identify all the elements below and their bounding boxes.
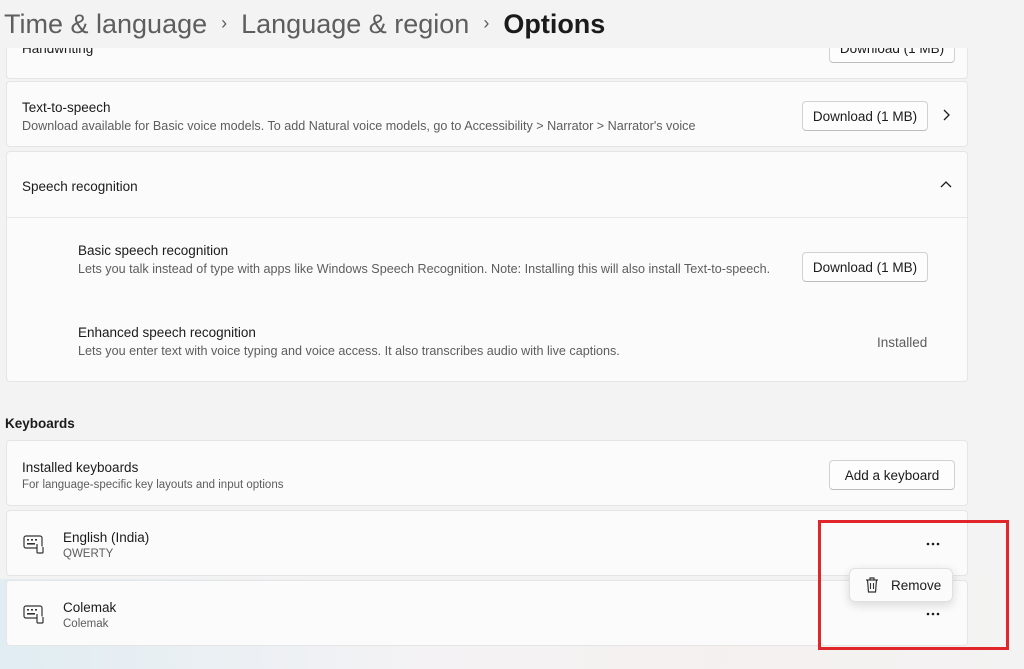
basic-speech-title: Basic speech recognition [78,243,229,258]
breadcrumb-language-region[interactable]: Language & region [241,10,469,38]
text-to-speech-download-button[interactable]: Download (1 MB) [802,101,928,131]
basic-speech-description: Lets you talk instead of type with apps … [78,262,771,276]
keyboard-icon [23,534,47,556]
keyboard-layout: QWERTY [63,548,114,560]
basic-speech-download-button[interactable]: Download (1 MB) [802,252,928,282]
enhanced-speech-description: Lets you enter text with voice typing an… [78,344,620,358]
chevron-right-icon[interactable] [936,105,956,125]
installed-keyboards-description: For language-specific key layouts and in… [22,479,284,491]
speech-recognition-card: Speech recognition Basic speech recognit… [6,151,968,382]
context-menu: Remove [849,568,953,602]
remove-menu-item[interactable]: Remove [850,569,952,601]
breadcrumb-time-language[interactable]: Time & language [4,10,207,38]
enhanced-speech-status: Installed [877,335,928,350]
chevron-up-icon[interactable] [936,175,956,195]
enhanced-speech-title: Enhanced speech recognition [78,325,256,340]
breadcrumb-separator-2: › [483,13,490,33]
remove-label: Remove [891,578,942,593]
text-to-speech-title: Text-to-speech [22,100,111,115]
installed-keyboards-card: Installed keyboards For language-specifi… [6,440,968,506]
keyboard-layout: Colemak [63,618,109,630]
page-title: Options [503,8,606,39]
trash-icon [864,576,880,594]
keyboard-name: English (India) [63,530,150,545]
more-icon[interactable] [921,606,945,622]
speech-recognition-title: Speech recognition [22,179,138,194]
keyboard-icon [23,604,47,626]
keyboard-name: Colemak [63,600,117,615]
breadcrumb: Time & language › Language & region › Op… [0,0,1024,48]
keyboard-item-colemak[interactable]: Colemak Colemak [6,580,968,646]
add-keyboard-button[interactable]: Add a keyboard [829,460,955,490]
more-icon[interactable] [921,536,945,552]
keyboards-section-label: Keyboards [5,416,75,431]
installed-keyboards-title: Installed keyboards [22,460,139,475]
text-to-speech-description: Download available for Basic voice model… [22,119,696,133]
keyboard-item-english-india[interactable]: English (India) QWERTY [6,510,968,576]
speech-recognition-header[interactable]: Speech recognition [7,152,967,218]
text-to-speech-card[interactable]: Text-to-speech Download available for Ba… [6,81,968,147]
breadcrumb-separator-1: › [221,13,228,33]
